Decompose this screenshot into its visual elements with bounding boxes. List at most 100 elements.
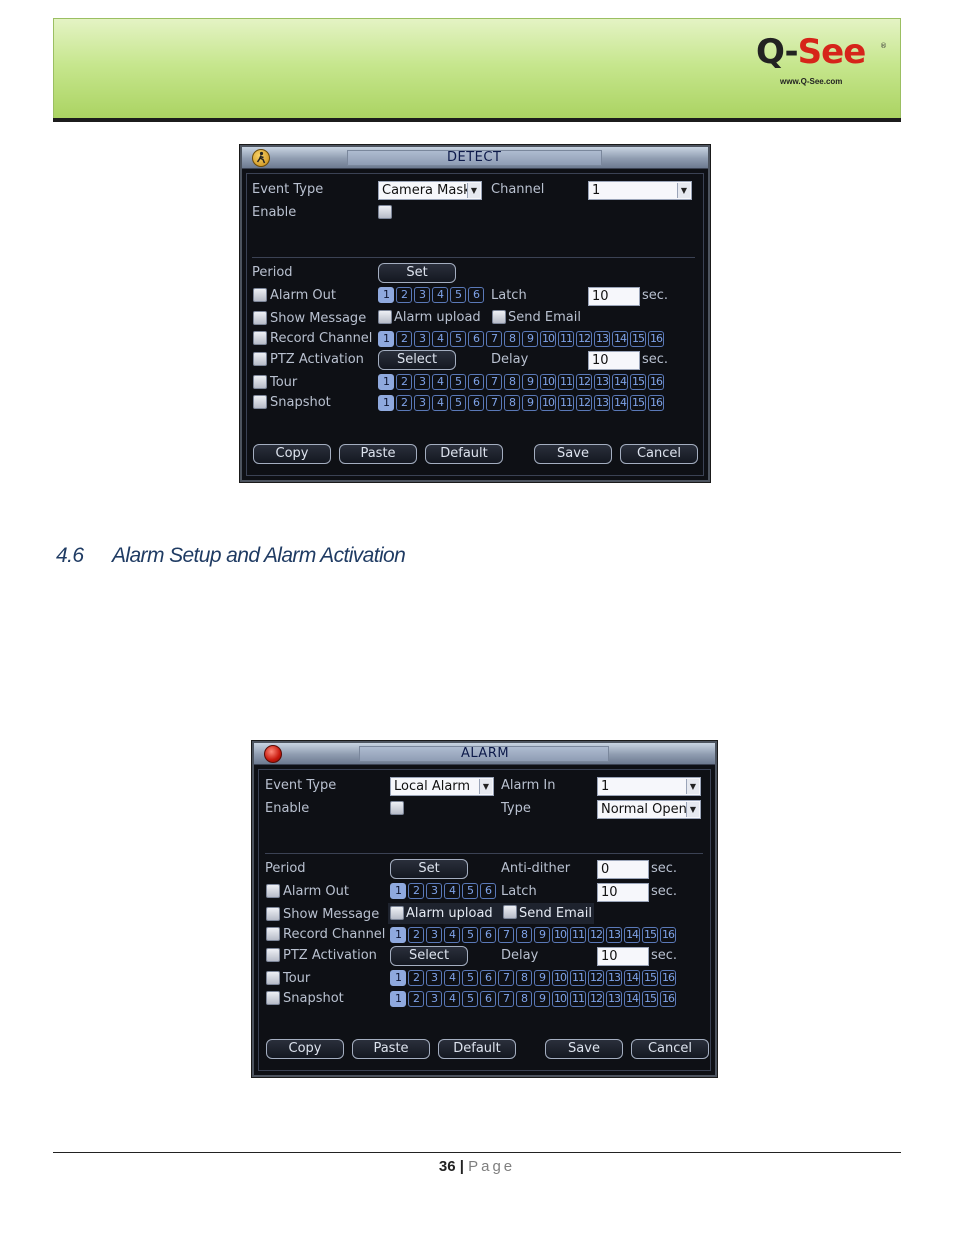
- alarm-out-6[interactable]: 6: [468, 287, 484, 303]
- tour-ch-13[interactable]: 13: [594, 374, 610, 390]
- record-ch-8[interactable]: 8: [516, 927, 532, 943]
- snapshot-ch-4[interactable]: 4: [444, 991, 460, 1007]
- tour-ch-13[interactable]: 13: [606, 970, 622, 986]
- tour-ch-12[interactable]: 12: [576, 374, 592, 390]
- alarm-copy-button[interactable]: Copy: [266, 1039, 344, 1059]
- record-ch-12[interactable]: 12: [576, 331, 592, 347]
- record-ch-11[interactable]: 11: [558, 331, 574, 347]
- tour-ch-7[interactable]: 7: [486, 374, 502, 390]
- record-ch-5[interactable]: 5: [450, 331, 466, 347]
- snapshot-ch-6[interactable]: 6: [468, 395, 484, 411]
- tour-ch-16[interactable]: 16: [648, 374, 664, 390]
- detect-ptz-checkbox[interactable]: [253, 352, 267, 366]
- detect-cancel-button[interactable]: Cancel: [620, 444, 698, 464]
- detect-record-channel-checkbox[interactable]: [253, 331, 267, 345]
- record-ch-2[interactable]: 2: [396, 331, 412, 347]
- tour-ch-4[interactable]: 4: [432, 374, 448, 390]
- tour-ch-1[interactable]: 1: [390, 970, 406, 986]
- snapshot-ch-3[interactable]: 3: [426, 991, 442, 1007]
- tour-ch-5[interactable]: 5: [462, 970, 478, 986]
- detect-delay-input[interactable]: 10: [588, 351, 640, 370]
- alarm-in-select[interactable]: 1 ▼: [597, 777, 701, 796]
- snapshot-ch-4[interactable]: 4: [432, 395, 448, 411]
- record-ch-8[interactable]: 8: [504, 331, 520, 347]
- record-ch-12[interactable]: 12: [588, 927, 604, 943]
- tour-ch-14[interactable]: 14: [612, 374, 628, 390]
- record-ch-6[interactable]: 6: [480, 927, 496, 943]
- alarm-alarm-out-checkbox[interactable]: [266, 884, 280, 898]
- snapshot-ch-2[interactable]: 2: [408, 991, 424, 1007]
- tour-ch-6[interactable]: 6: [480, 970, 496, 986]
- snapshot-ch-1[interactable]: 1: [378, 395, 394, 411]
- tour-ch-10[interactable]: 10: [552, 970, 568, 986]
- alarm-out-1[interactable]: 1: [390, 883, 406, 899]
- tour-ch-11[interactable]: 11: [558, 374, 574, 390]
- record-ch-16[interactable]: 16: [648, 331, 664, 347]
- alarm-show-message-checkbox[interactable]: [266, 907, 280, 921]
- alarm-default-button[interactable]: Default: [438, 1039, 516, 1059]
- tour-ch-9[interactable]: 9: [522, 374, 538, 390]
- record-ch-10[interactable]: 10: [552, 927, 568, 943]
- detect-send-email-checkbox[interactable]: [492, 310, 506, 324]
- detect-enable-checkbox[interactable]: [378, 205, 392, 219]
- alarm-tour-checkbox[interactable]: [266, 971, 280, 985]
- record-ch-2[interactable]: 2: [408, 927, 424, 943]
- record-ch-7[interactable]: 7: [486, 331, 502, 347]
- snapshot-ch-12[interactable]: 12: [576, 395, 592, 411]
- tour-ch-3[interactable]: 3: [426, 970, 442, 986]
- tour-ch-15[interactable]: 15: [642, 970, 658, 986]
- alarm-out-3[interactable]: 3: [426, 883, 442, 899]
- alarm-period-set-button[interactable]: Set: [390, 859, 468, 879]
- detect-paste-button[interactable]: Paste: [339, 444, 417, 464]
- snapshot-ch-15[interactable]: 15: [642, 991, 658, 1007]
- snapshot-ch-10[interactable]: 10: [552, 991, 568, 1007]
- detect-default-button[interactable]: Default: [425, 444, 503, 464]
- record-ch-9[interactable]: 9: [534, 927, 550, 943]
- record-ch-16[interactable]: 16: [660, 927, 676, 943]
- snapshot-ch-8[interactable]: 8: [516, 991, 532, 1007]
- record-ch-1[interactable]: 1: [390, 927, 406, 943]
- detect-event-type-select[interactable]: Camera Maski ▼: [378, 181, 482, 200]
- snapshot-ch-16[interactable]: 16: [660, 991, 676, 1007]
- snapshot-ch-15[interactable]: 15: [630, 395, 646, 411]
- record-ch-13[interactable]: 13: [594, 331, 610, 347]
- snapshot-ch-11[interactable]: 11: [570, 991, 586, 1007]
- snapshot-ch-2[interactable]: 2: [396, 395, 412, 411]
- tour-ch-5[interactable]: 5: [450, 374, 466, 390]
- alarm-save-button[interactable]: Save: [545, 1039, 623, 1059]
- tour-ch-8[interactable]: 8: [504, 374, 520, 390]
- snapshot-ch-5[interactable]: 5: [450, 395, 466, 411]
- snapshot-ch-6[interactable]: 6: [480, 991, 496, 1007]
- alarm-event-type-select[interactable]: Local Alarm ▼: [390, 777, 494, 796]
- alarm-out-6[interactable]: 6: [480, 883, 496, 899]
- snapshot-ch-11[interactable]: 11: [558, 395, 574, 411]
- alarm-out-5[interactable]: 5: [450, 287, 466, 303]
- record-ch-5[interactable]: 5: [462, 927, 478, 943]
- tour-ch-9[interactable]: 9: [534, 970, 550, 986]
- record-ch-10[interactable]: 10: [540, 331, 556, 347]
- alarm-enable-checkbox[interactable]: [390, 801, 404, 815]
- tour-ch-14[interactable]: 14: [624, 970, 640, 986]
- chevron-down-icon[interactable]: ▼: [677, 183, 690, 198]
- alarm-out-4[interactable]: 4: [444, 883, 460, 899]
- record-ch-1[interactable]: 1: [378, 331, 394, 347]
- chevron-down-icon[interactable]: ▼: [467, 183, 480, 198]
- record-ch-7[interactable]: 7: [498, 927, 514, 943]
- alarm-out-3[interactable]: 3: [414, 287, 430, 303]
- chevron-down-icon[interactable]: ▼: [686, 779, 699, 794]
- alarm-latch-input[interactable]: 10: [597, 883, 649, 902]
- record-ch-15[interactable]: 15: [630, 331, 646, 347]
- record-ch-3[interactable]: 3: [414, 331, 430, 347]
- tour-ch-7[interactable]: 7: [498, 970, 514, 986]
- tour-ch-3[interactable]: 3: [414, 374, 430, 390]
- detect-latch-input[interactable]: 10: [588, 287, 640, 306]
- snapshot-ch-12[interactable]: 12: [588, 991, 604, 1007]
- snapshot-ch-14[interactable]: 14: [612, 395, 628, 411]
- snapshot-ch-10[interactable]: 10: [540, 395, 556, 411]
- snapshot-ch-13[interactable]: 13: [606, 991, 622, 1007]
- detect-show-message-checkbox[interactable]: [253, 311, 267, 325]
- alarm-paste-button[interactable]: Paste: [352, 1039, 430, 1059]
- tour-ch-2[interactable]: 2: [396, 374, 412, 390]
- tour-ch-1[interactable]: 1: [378, 374, 394, 390]
- snapshot-ch-8[interactable]: 8: [504, 395, 520, 411]
